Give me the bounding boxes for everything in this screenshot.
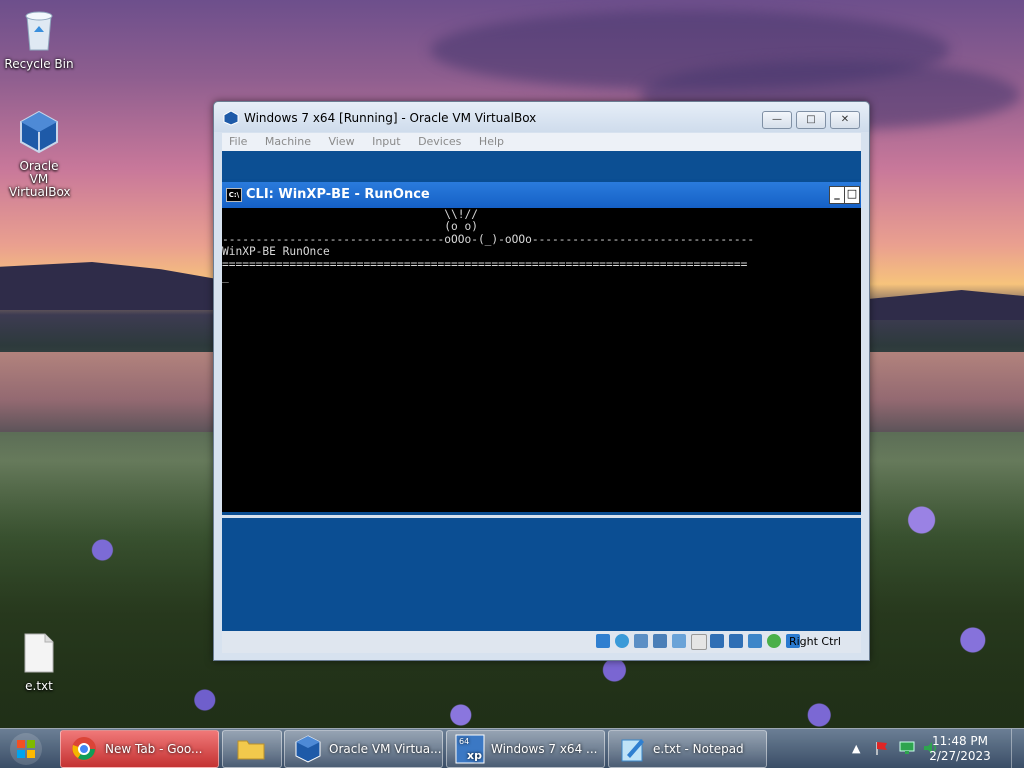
optical-drive-icon[interactable] (615, 634, 629, 648)
clock[interactable]: 11:48 PM 2/27/2023 (920, 734, 1000, 764)
cli-line: ========================================… (222, 257, 748, 271)
cli-console-window[interactable]: C:\ CLI: WinXP-BE - RunOnce _ □ \\!// (o… (222, 182, 861, 512)
window-title: Windows 7 x64 [Running] - Oracle VM Virt… (244, 111, 537, 125)
desktop-icon-label: Oracle VM VirtualBox (9, 159, 71, 199)
mountain (0, 262, 230, 310)
taskbar-item-chrome[interactable]: New Tab - Goo... (60, 730, 219, 768)
virtualbox-icon (295, 735, 321, 766)
network-icon[interactable] (898, 740, 916, 756)
svg-text:64: 64 (459, 737, 469, 746)
display-icon[interactable] (710, 634, 724, 648)
usb-icon[interactable] (672, 634, 686, 648)
svg-text:xp: xp (467, 749, 482, 762)
cli-maximize-button[interactable]: □ (844, 186, 860, 204)
hard-disk-icon[interactable] (596, 634, 610, 648)
taskbar: New Tab - Goo... Oracle VM Virtua... 64 x… (0, 728, 1024, 768)
virtualbox-icon (1, 110, 77, 157)
vt-x-icon[interactable] (748, 634, 762, 648)
virtualbox-icon (223, 110, 239, 130)
taskbar-item-virtualbox[interactable]: Oracle VM Virtua... (284, 730, 443, 768)
cli-line: (o o) (222, 220, 478, 234)
cli-title: CLI: WinXP-BE - RunOnce (246, 187, 430, 202)
vm-guest-header (222, 151, 861, 179)
cli-output[interactable]: \\!// (o o) -----------------------------… (222, 209, 861, 509)
desktop-icon-e-txt[interactable]: e.txt (1, 632, 77, 693)
menu-bar: File Machine View Input Devices Help (222, 133, 861, 151)
taskbar-item-label: Oracle VM Virtua... (329, 742, 442, 756)
minimize-button[interactable]: — (762, 111, 792, 129)
menu-input[interactable]: Input (365, 133, 407, 150)
close-button[interactable]: ✕ (830, 111, 860, 129)
menu-devices[interactable]: Devices (411, 133, 468, 150)
mouse-integration-icon[interactable] (767, 634, 781, 648)
cli-titlebar[interactable]: C:\ CLI: WinXP-BE - RunOnce _ □ (222, 182, 861, 208)
clock-date: 2/27/2023 (929, 749, 991, 763)
console-icon: C:\ (226, 188, 242, 202)
desktop-icon-virtualbox[interactable]: Oracle VM VirtualBox (1, 110, 77, 199)
window-titlebar[interactable]: Windows 7 x64 [Running] - Oracle VM Virt… (214, 102, 869, 132)
action-center-flag-icon[interactable] (874, 740, 890, 756)
chrome-icon (71, 736, 97, 765)
show-hidden-icons-icon[interactable]: ▲ (852, 742, 860, 755)
vm-xp-icon: 64 xp (455, 734, 485, 767)
menu-machine[interactable]: Machine (258, 133, 318, 150)
cli-minimize-button[interactable]: _ (829, 186, 845, 204)
shared-folders-icon[interactable] (691, 634, 707, 650)
menu-help[interactable]: Help (472, 133, 511, 150)
mountain (868, 290, 1024, 320)
host-key-label: Right Ctrl (788, 635, 841, 648)
folder-icon (237, 737, 265, 764)
maximize-button[interactable]: □ (796, 111, 826, 129)
cli-cursor: _ (222, 270, 229, 284)
clock-time: 11:48 PM (932, 734, 988, 748)
desktop-icon-label: e.txt (25, 679, 53, 693)
desktop-icon-label: Recycle Bin (4, 57, 74, 71)
taskbar-item-label: Windows 7 x64 ... (491, 742, 598, 756)
taskbar-item-label: New Tab - Goo... (105, 742, 203, 756)
taskbar-item-notepad[interactable]: e.txt - Notepad (608, 730, 767, 768)
menu-file[interactable]: File (222, 133, 254, 150)
virtualbox-vm-window[interactable]: Windows 7 x64 [Running] - Oracle VM Virt… (213, 101, 870, 661)
cli-line: WinXP-BE RunOnce (222, 245, 330, 259)
notepad-icon (619, 735, 647, 766)
desktop: Recycle Bin Oracle VM VirtualBox e.txt W… (0, 0, 1024, 768)
taskbar-item-label: e.txt - Notepad (653, 742, 744, 756)
show-desktop-button[interactable] (1011, 729, 1024, 768)
windows-logo-icon (4, 733, 48, 768)
desktop-icon-recycle-bin[interactable]: Recycle Bin (1, 8, 77, 71)
status-bar: Right Ctrl (222, 631, 861, 653)
system-tray: ▲ 11:48 PM 2/27/2023 (824, 729, 1024, 768)
vm-guest-desktop (222, 515, 861, 634)
recycle-bin-icon (1, 8, 77, 55)
start-button[interactable] (4, 731, 48, 767)
menu-view[interactable]: View (321, 133, 361, 150)
audio-icon[interactable] (634, 634, 648, 648)
text-file-icon (1, 632, 77, 677)
taskbar-item-explorer[interactable] (222, 730, 282, 768)
recording-icon[interactable] (729, 634, 743, 648)
taskbar-item-vm-windows7[interactable]: 64 xp Windows 7 x64 ... (446, 730, 605, 768)
vm-display[interactable]: C:\ CLI: WinXP-BE - RunOnce _ □ \\!// (o… (222, 151, 861, 634)
network-icon[interactable] (653, 634, 667, 648)
